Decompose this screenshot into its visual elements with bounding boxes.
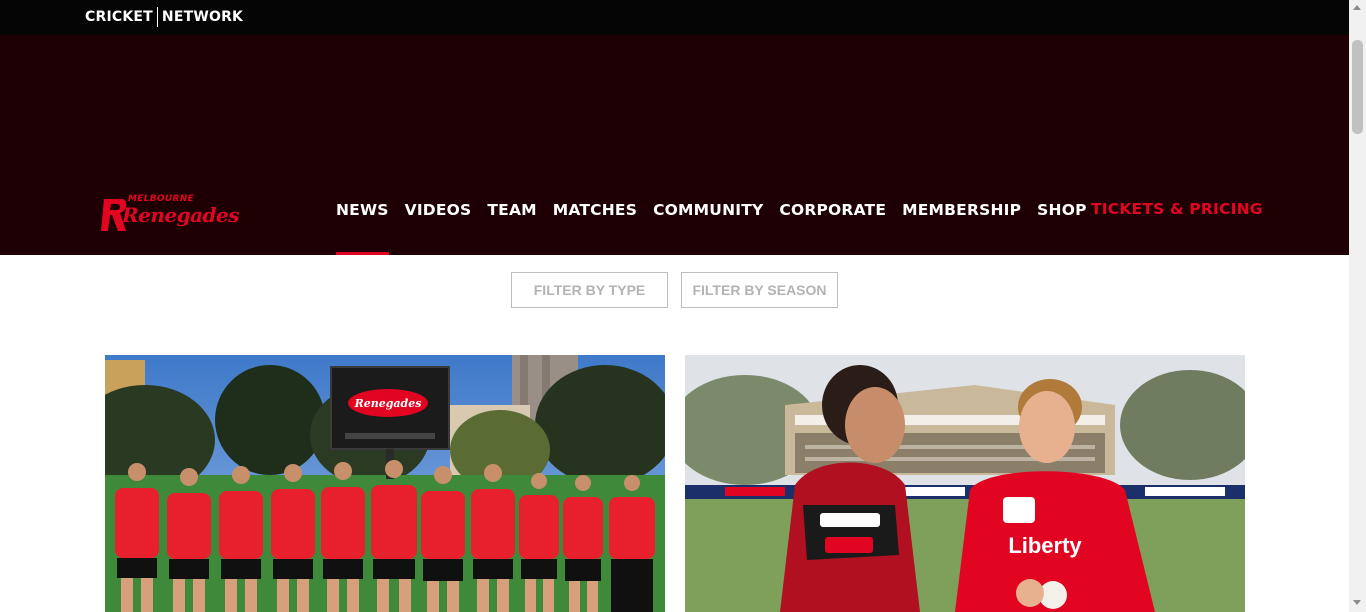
tickets-pricing-link[interactable]: TICKETS & PRICING	[1091, 200, 1263, 218]
page-scrollbar[interactable]	[1349, 0, 1366, 612]
renegades-logo[interactable]: MELBOURNE Renegades	[100, 191, 240, 233]
nav-item-label: NEWS	[336, 201, 389, 219]
cricket-network-logo[interactable]: CRICKET NETWORK	[85, 7, 243, 27]
network-logo-divider	[156, 7, 158, 27]
nav-item-matches[interactable]: MATCHES	[547, 198, 643, 255]
nav-item-corporate[interactable]: CORPORATE	[773, 198, 892, 255]
article-card[interactable]: Liberty	[685, 355, 1245, 612]
nav-item-team[interactable]: TEAM	[481, 198, 542, 255]
nav-item-community[interactable]: COMMUNITY	[647, 198, 769, 255]
page: CRICKET NETWORK MELBOURNE Renegades NEWS…	[0, 0, 1366, 612]
nav-item-label: MATCHES	[552, 201, 638, 219]
main-nav: NEWS VIDEOS TEAM MATCHES COMMUNITY CORPO…	[330, 198, 1097, 255]
nav-item-shop[interactable]: SHOP	[1031, 198, 1092, 255]
nav-item-label: COMMUNITY	[653, 201, 764, 219]
filter-by-season-button[interactable]: FILTER BY SEASON	[681, 272, 838, 308]
scroll-up-arrow-icon[interactable]	[1353, 5, 1361, 10]
network-bar: CRICKET NETWORK	[0, 0, 1349, 35]
team-logo-big-text: Renegades	[122, 203, 240, 227]
scroll-down-arrow-icon[interactable]	[1353, 600, 1361, 605]
players-talking-image: Liberty	[685, 355, 1245, 612]
nav-item-videos[interactable]: VIDEOS	[399, 198, 478, 255]
nav-item-label: MEMBERSHIP	[902, 201, 1022, 219]
article-card[interactable]: Renegades	[105, 355, 665, 612]
nav-item-label: VIDEOS	[404, 201, 472, 219]
nav-item-label: SHOP	[1037, 201, 1087, 219]
sponsor-text: Liberty	[1008, 533, 1082, 558]
nav-item-label: TEAM	[487, 201, 537, 219]
nav-item-news[interactable]: NEWS	[330, 198, 395, 255]
nav-item-membership[interactable]: MEMBERSHIP	[896, 198, 1027, 255]
network-logo-part-a: CRICKET	[85, 9, 153, 25]
filter-by-type-button[interactable]: FILTER BY TYPE	[511, 272, 668, 308]
nav-item-label: CORPORATE	[779, 201, 887, 219]
scroll-thumb[interactable]	[1352, 40, 1363, 134]
team-photo-image: Renegades	[105, 355, 665, 612]
svg-text:Renegades: Renegades	[354, 397, 422, 410]
network-logo-part-b: NETWORK	[161, 9, 244, 25]
